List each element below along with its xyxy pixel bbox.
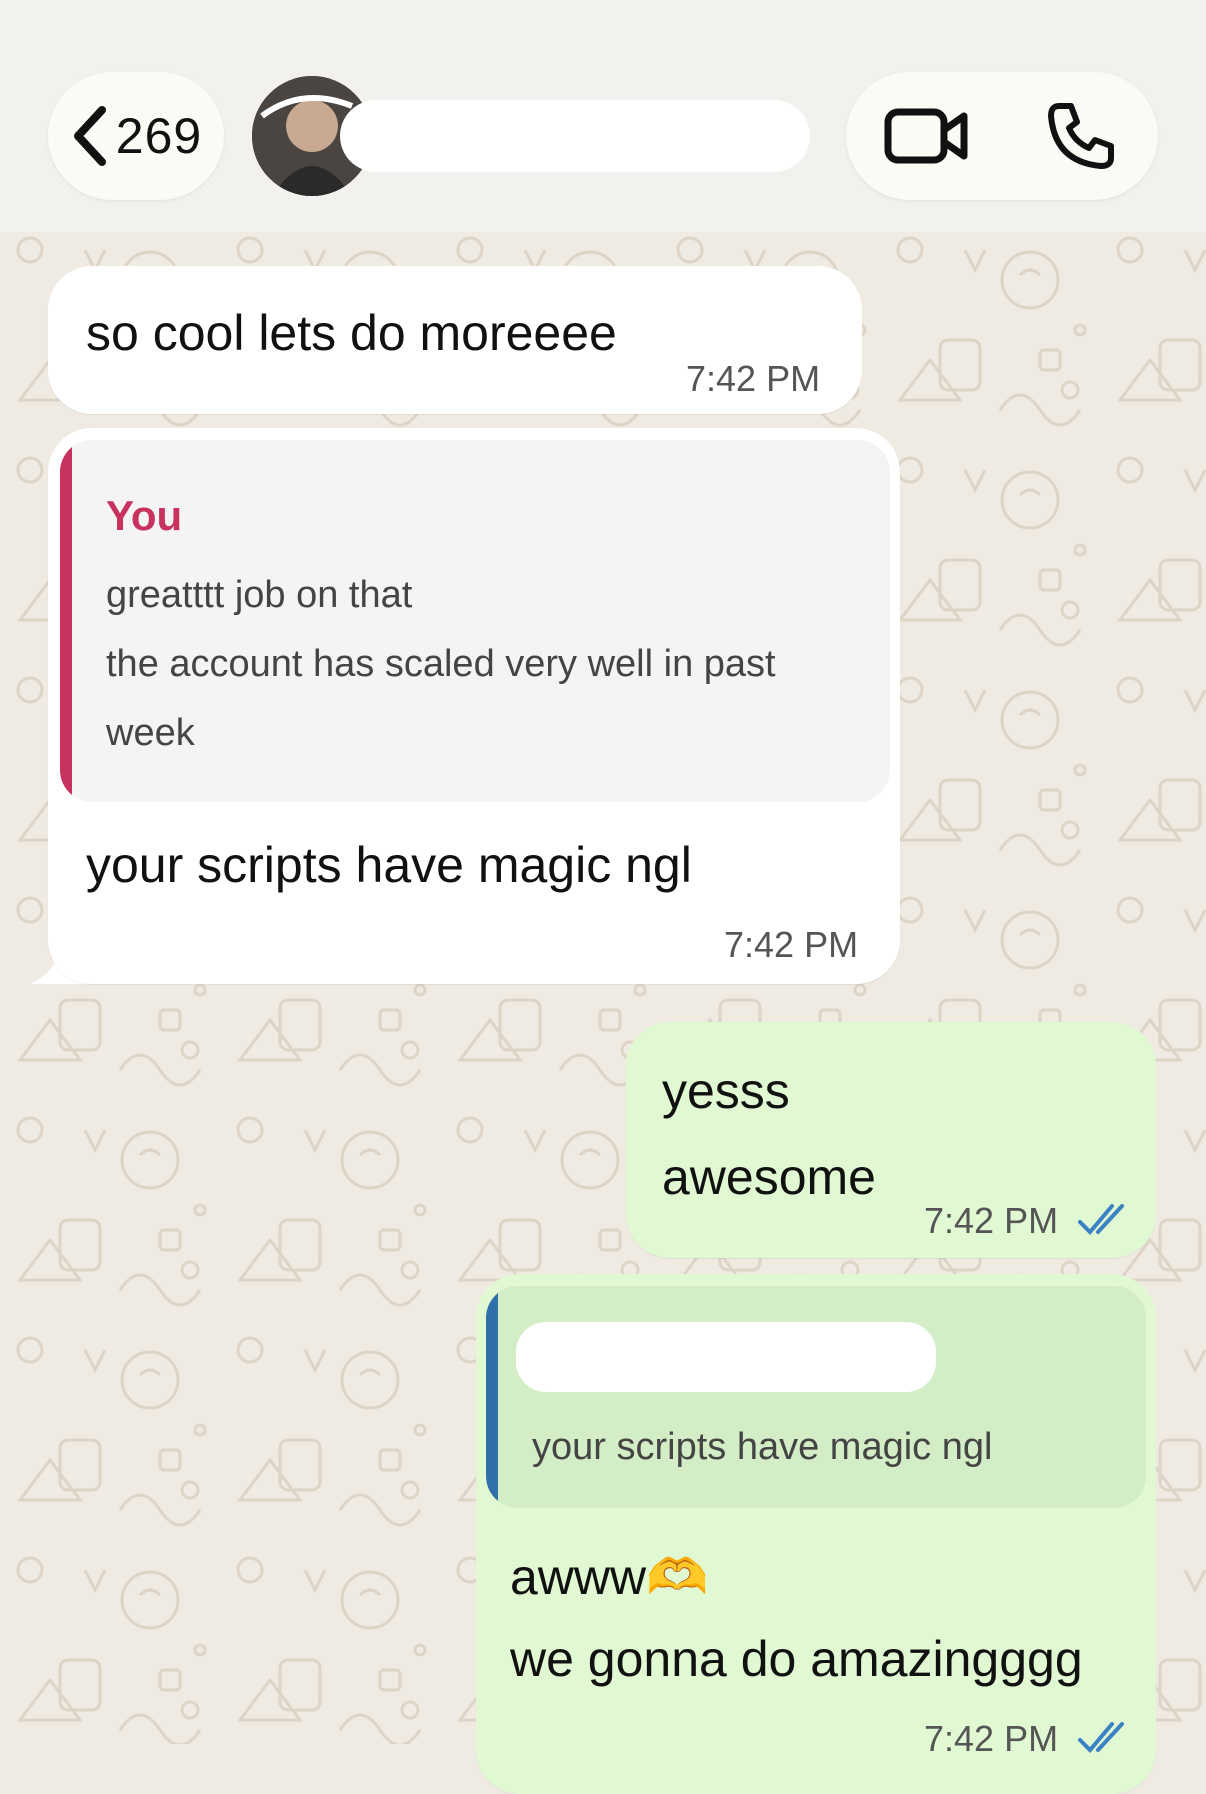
contact-name-redacted[interactable]: [340, 100, 810, 172]
chat-header: 269: [0, 0, 1206, 232]
quote-line: week: [106, 712, 195, 754]
quote-line: greatttt job on that: [106, 574, 413, 616]
video-call-icon: [884, 108, 968, 164]
message-time: 7:42 PM: [724, 924, 859, 965]
read-receipt-icon: [1078, 1204, 1124, 1235]
back-button[interactable]: 269: [48, 72, 224, 200]
quoted-message[interactable]: your scripts have magic ngl: [486, 1286, 1146, 1508]
message-text: so cool lets do moreeee: [86, 305, 617, 361]
message-line: we gonna do amazingggg: [510, 1631, 1083, 1687]
read-receipt-icon: [1078, 1722, 1124, 1753]
quoted-message[interactable]: You greatttt job on that the account has…: [60, 440, 890, 802]
message-time: 7:42 PM: [686, 358, 821, 399]
chevron-left-icon: [73, 106, 106, 166]
message-bubble-outgoing[interactable]: your scripts have magic ngl awww🫶 we gon…: [476, 1274, 1156, 1794]
message-time: 7:42 PM: [924, 1200, 1059, 1241]
message-bubble-outgoing[interactable]: yesss awesome 7:42 PM: [626, 1022, 1156, 1258]
phone-call-icon: [1048, 103, 1114, 169]
message-text: your scripts have magic ngl: [86, 837, 692, 893]
message-time: 7:42 PM: [924, 1718, 1059, 1759]
message-line: yesss: [662, 1063, 790, 1119]
message-line: awesome: [662, 1149, 876, 1205]
call-actions: [846, 72, 1158, 200]
quote-accent-bar: [60, 440, 72, 802]
quote-author: You: [106, 492, 183, 539]
message-bubble-incoming[interactable]: You greatttt job on that the account has…: [48, 428, 900, 984]
quote-line: the account has scaled very well in past: [106, 643, 776, 685]
message-line: awww🫶: [510, 1549, 709, 1605]
unread-count: 269: [115, 108, 203, 164]
quote-line: your scripts have magic ngl: [532, 1426, 993, 1468]
message-bubble-incoming[interactable]: so cool lets do moreeee 7:42 PM: [48, 266, 862, 414]
voice-call-button[interactable]: [1036, 100, 1126, 172]
quote-author-redacted: [516, 1322, 936, 1392]
quote-accent-bar: [486, 1286, 498, 1508]
video-call-button[interactable]: [882, 100, 972, 172]
